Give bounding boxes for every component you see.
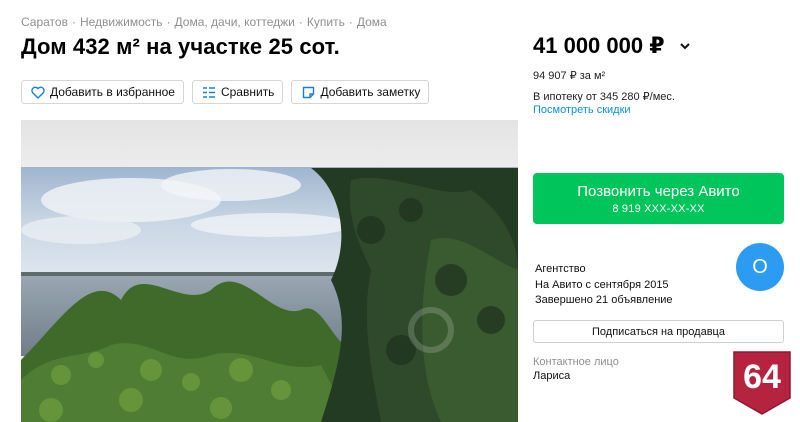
compare-label: Сравнить xyxy=(220,85,275,99)
call-button-label: Позвонить через Авито xyxy=(577,183,740,200)
price: 41 000 000 ₽ xyxy=(533,33,691,59)
mortgage-info: В ипотеку от 345 280 ₽/мес. xyxy=(533,91,675,103)
seller-since: На Авито с сентября 2015 xyxy=(535,279,669,291)
compare-icon xyxy=(202,85,216,99)
breadcrumb-separator: · xyxy=(348,15,353,29)
avatar-letter: О xyxy=(752,255,768,278)
chevron-down-icon[interactable] xyxy=(679,42,691,50)
site-logo-64-watermark: 64 xyxy=(733,351,791,415)
add-to-favorites-label: Добавить в избранное xyxy=(50,85,175,99)
breadcrumb-separator: · xyxy=(166,15,171,29)
lake-photo-image xyxy=(21,120,518,422)
add-note-button[interactable]: Добавить заметку xyxy=(291,80,430,104)
compare-button[interactable]: Сравнить xyxy=(191,80,284,104)
breadcrumb-separator: · xyxy=(71,15,76,29)
add-to-favorites-button[interactable]: Добавить в избранное xyxy=(21,80,184,104)
seller-avatar[interactable]: О xyxy=(736,243,784,291)
note-icon xyxy=(301,85,315,99)
add-note-label: Добавить заметку xyxy=(320,85,421,99)
logo-text: 64 xyxy=(743,358,781,396)
listing-photo[interactable] xyxy=(21,120,518,422)
heart-icon xyxy=(31,85,45,99)
price-value: 41 000 000 ₽ xyxy=(533,33,665,58)
seller-type: Агентство xyxy=(535,263,586,275)
breadcrumb: Саратов · Недвижимость · Дома, дачи, коттедж… xyxy=(21,15,387,29)
breadcrumb-separator: · xyxy=(298,15,303,29)
price-per-m2: 94 907 ₽ за м² xyxy=(533,70,606,82)
breadcrumb-item-realty[interactable]: Недвижимость xyxy=(80,15,163,29)
see-discounts-link[interactable]: Посмотреть скидки xyxy=(533,104,631,116)
seller-completed-ads: Завершено 21 объявление xyxy=(535,294,673,306)
listing-actions: Добавить в избранное Сравнить Добавить з… xyxy=(21,80,430,104)
breadcrumb-item-buy[interactable]: Купить xyxy=(307,15,345,29)
contact-person-name: Лариса xyxy=(533,370,571,382)
breadcrumb-item-houses[interactable]: Дома xyxy=(357,15,387,29)
call-via-avito-button[interactable]: Позвонить через Авито 8 919 XXX-XX-XX xyxy=(533,173,784,224)
breadcrumb-item-city[interactable]: Саратов xyxy=(21,15,68,29)
call-button-phone: 8 919 XXX-XX-XX xyxy=(612,203,705,215)
breadcrumb-item-houses-category[interactable]: Дома, дачи, коттеджи xyxy=(175,15,295,29)
contact-person-label: Контактное лицо xyxy=(533,356,619,368)
subscribe-to-seller-button[interactable]: Подписаться на продавца xyxy=(533,320,784,343)
listing-title: Дом 432 м² на участке 25 сот. xyxy=(21,34,340,59)
